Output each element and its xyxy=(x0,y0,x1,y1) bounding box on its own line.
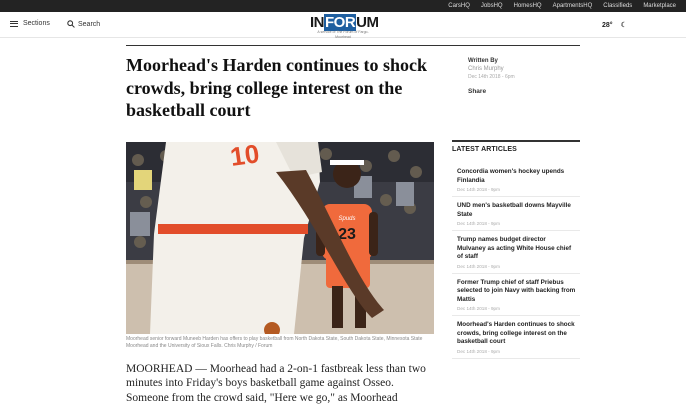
logo-um: UM xyxy=(356,14,379,31)
topbar-link-jobshq[interactable]: JobsHQ xyxy=(481,3,503,9)
top-utility-bar: CarsHQ JobsHQ HomesHQ ApartmentsHQ Class… xyxy=(0,0,686,12)
latest-articles-sidebar: LATEST ARTICLES Concordia women's hockey… xyxy=(452,140,580,359)
search-icon xyxy=(67,20,75,28)
weather-widget[interactable]: 28° ☾ xyxy=(602,21,627,30)
latest-article-title[interactable]: Concordia women's hockey upends Finlandi… xyxy=(457,168,576,185)
defender-team-text: Spuds xyxy=(338,216,355,222)
foreground-jersey-number: 10 xyxy=(228,142,261,172)
topbar-link-apartmentshq[interactable]: ApartmentsHQ xyxy=(553,3,593,9)
publish-date: Dec 14th 2018 - 6pm xyxy=(468,74,515,80)
latest-article-item[interactable]: Trump names budget director Mulvaney as … xyxy=(452,231,580,274)
latest-article-date: Dec 14th 2018 - 9pm xyxy=(457,263,500,269)
photo-caption: Moorhead senior forward Muneeb Harden ha… xyxy=(126,336,423,349)
byline: Written By Chris Murphy Dec 14th 2018 - … xyxy=(468,58,578,95)
topbar-link-marketplace[interactable]: Marketplace xyxy=(643,3,676,9)
latest-articles-list: Concordia women's hockey upends Finlandi… xyxy=(452,163,580,359)
sections-label: Sections xyxy=(23,20,50,27)
headline-divider xyxy=(126,45,580,46)
site-header: Sections Search INFORUM A service of The… xyxy=(0,12,686,39)
weather-icon: ☾ xyxy=(620,22,627,29)
latest-article-date: Dec 14th 2018 - 9pm xyxy=(457,187,500,192)
latest-article-date: Dec 14th 2018 - 9pm xyxy=(457,306,500,311)
latest-articles-title: LATEST ARTICLES xyxy=(452,146,517,153)
byline-label: Written By xyxy=(468,58,498,64)
topbar-link-carshq[interactable]: CarsHQ xyxy=(448,3,470,9)
temperature: 28° xyxy=(602,21,613,29)
latest-article-item[interactable]: Concordia women's hockey upends Finlandi… xyxy=(452,163,580,197)
search-label: Search xyxy=(78,20,101,28)
basketball-photo: Spuds 23 10 xyxy=(126,142,434,334)
share-button[interactable]: Share xyxy=(468,88,578,95)
article-headline: Moorhead's Harden continues to shock cro… xyxy=(126,55,428,120)
logo-in: IN xyxy=(310,14,325,31)
latest-article-title[interactable]: Former Trump chief of staff Priebus sele… xyxy=(457,279,576,305)
latest-article-title[interactable]: UND men's basketball downs Mayville Stat… xyxy=(457,202,576,219)
latest-article-date: Dec 14th 2018 - 9pm xyxy=(457,348,500,354)
latest-article-item[interactable]: UND men's basketball downs Mayville Stat… xyxy=(452,197,580,231)
latest-article-item[interactable]: Moorhead's Harden continues to shock cro… xyxy=(452,316,580,359)
topbar-link-homeshq[interactable]: HomesHQ xyxy=(514,3,542,9)
logo-tagline: A service of The Forum of Fargo-Moorhead xyxy=(317,30,369,39)
author-name[interactable]: Chris Murphy xyxy=(468,66,578,72)
article-photo[interactable]: Spuds 23 10 xyxy=(126,142,434,334)
latest-article-item[interactable]: Former Trump chief of staff Priebus sele… xyxy=(452,274,580,316)
search-button[interactable]: Search xyxy=(67,20,100,28)
sections-menu-button[interactable]: Sections xyxy=(10,20,50,27)
latest-article-title[interactable]: Trump names budget director Mulvaney as … xyxy=(457,236,576,262)
topbar-link-classifieds[interactable]: Classifieds xyxy=(603,3,632,9)
hamburger-icon xyxy=(10,20,18,27)
inforum-logo[interactable]: INFORUM A service of The Forum of Fargo-… xyxy=(310,14,379,39)
latest-article-date: Dec 14th 2018 - 9pm xyxy=(457,221,500,226)
latest-article-title[interactable]: Moorhead's Harden continues to shock cro… xyxy=(457,321,576,347)
logo-for: FOR xyxy=(324,14,357,31)
article-body: MOORHEAD — Moorhead had a 2-on-1 fastbre… xyxy=(126,363,426,404)
